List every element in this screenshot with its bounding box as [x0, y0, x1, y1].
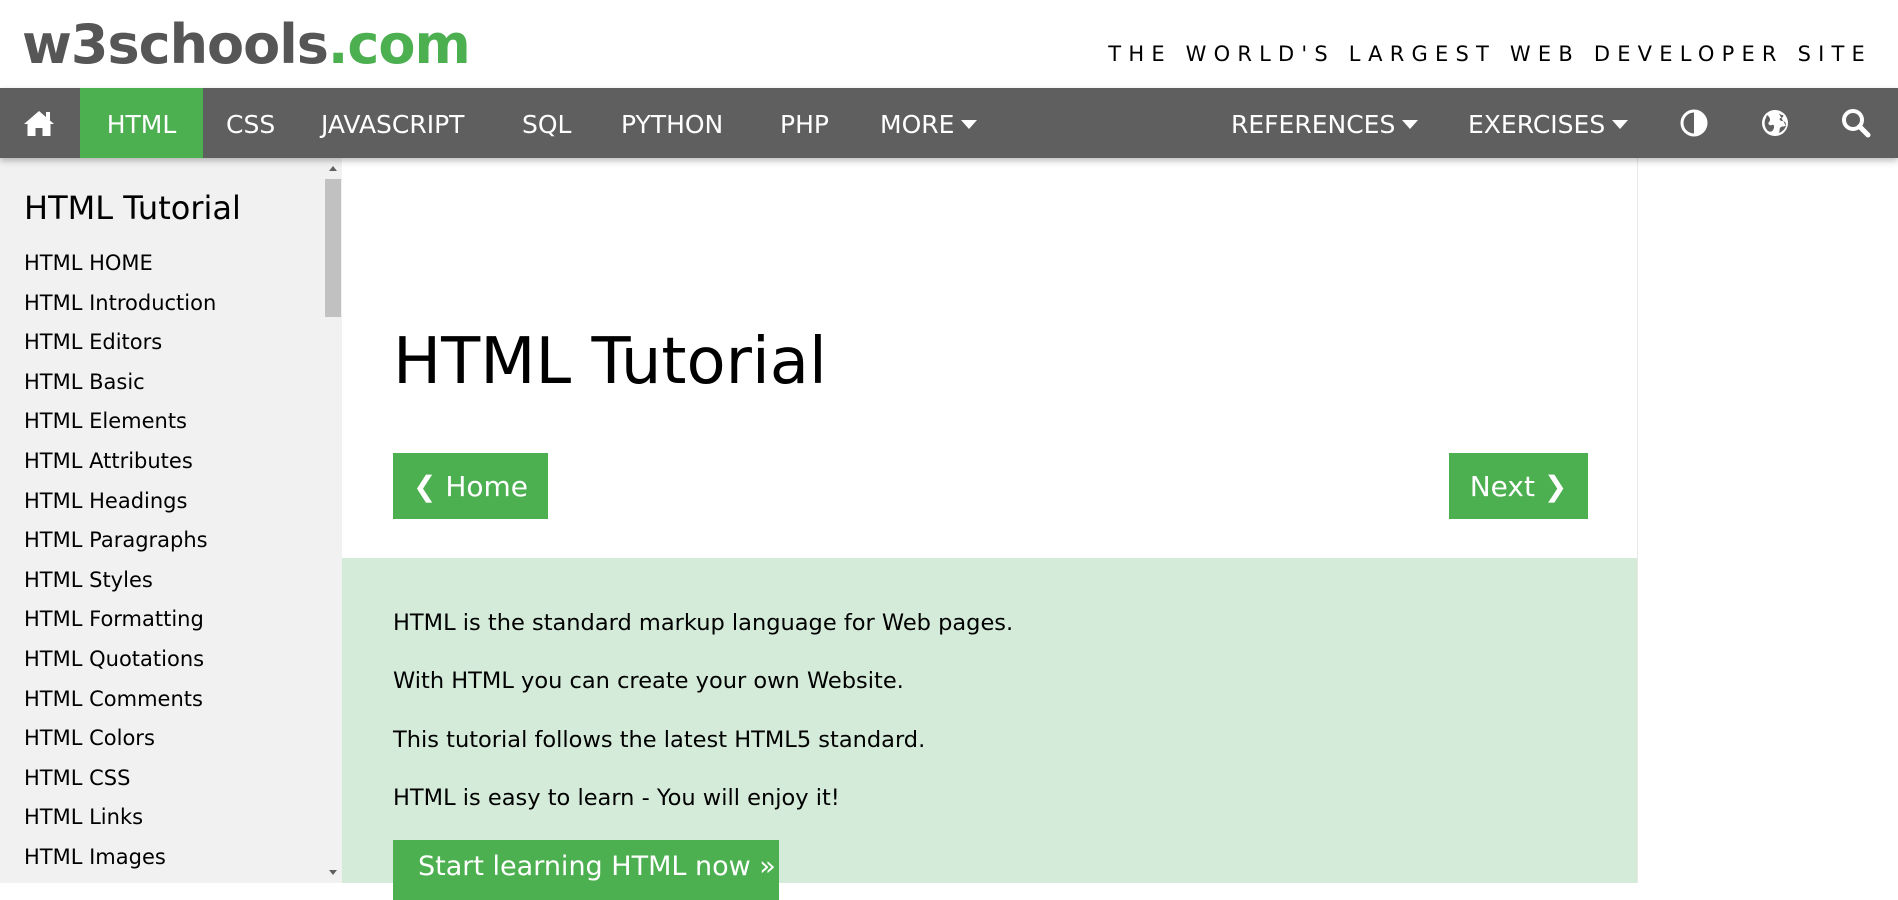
nav-html-label: HTML	[106, 110, 177, 139]
sidebar-title: HTML Tutorial	[24, 189, 241, 227]
sidebar-item-html-editors[interactable]: HTML Editors	[24, 323, 216, 363]
sidebar-list: HTML HOME HTML Introduction HTML Editors…	[24, 244, 216, 878]
w3schools-logo[interactable]: w3schools.com	[22, 10, 471, 80]
sidebar-item-html-home[interactable]: HTML HOME	[24, 244, 216, 284]
nav-php-label: PHP	[780, 110, 829, 139]
intro-text: This tutorial follows the latest HTML5 s…	[393, 727, 926, 753]
sidebar-item-html-images[interactable]: HTML Images	[24, 838, 216, 878]
home-icon[interactable]	[18, 88, 60, 158]
nav-css[interactable]: CSS	[226, 88, 275, 158]
caret-down-icon	[1402, 120, 1419, 129]
sidebar-item-html-colors[interactable]: HTML Colors	[24, 719, 216, 759]
sidebar-item-html-quotations[interactable]: HTML Quotations	[24, 640, 216, 680]
sidebar-item-html-links[interactable]: HTML Links	[24, 798, 216, 838]
nav-sql[interactable]: SQL	[522, 88, 571, 158]
site-tagline: THE WORLD'S LARGEST WEB DEVELOPER SITE	[1108, 42, 1872, 66]
sidebar-item-html-formatting[interactable]: HTML Formatting	[24, 600, 216, 640]
logo-main: w3schools	[22, 13, 329, 76]
next-button[interactable]: Next ❯	[1449, 453, 1588, 519]
scrollbar-thumb[interactable]	[325, 179, 341, 317]
nav-html[interactable]: HTML	[80, 88, 203, 158]
sidebar-item-html-attributes[interactable]: HTML Attributes	[24, 442, 216, 482]
sidebar-item-html-basic[interactable]: HTML Basic	[24, 363, 216, 403]
sidebar-item-html-elements[interactable]: HTML Elements	[24, 402, 216, 442]
nav-python[interactable]: PYTHON	[621, 88, 723, 158]
nav-python-label: PYTHON	[621, 110, 724, 139]
intro-text: HTML is easy to learn - You will enjoy i…	[393, 785, 840, 811]
globe-icon[interactable]	[1758, 88, 1792, 158]
main-content: HTML Tutorial ❮ Home Next ❯ HTML is the …	[342, 158, 1638, 900]
sidebar-item-html-introduction[interactable]: HTML Introduction	[24, 284, 216, 324]
nav-more-dropdown[interactable]: MORE	[880, 88, 978, 158]
intro-panel: HTML is the standard markup language for…	[342, 558, 1637, 900]
scroll-down-arrow-icon[interactable]	[329, 870, 337, 875]
scroll-up-arrow-icon[interactable]	[329, 166, 337, 171]
nav-references-dropdown[interactable]: REFERENCES	[1231, 88, 1419, 158]
nav-php[interactable]: PHP	[780, 88, 829, 158]
logo-tld: .com	[327, 13, 471, 76]
caret-down-icon	[1612, 120, 1629, 129]
nav-sql-label: SQL	[522, 110, 572, 139]
page-title: HTML Tutorial	[393, 325, 827, 399]
sidebar-item-html-headings[interactable]: HTML Headings	[24, 482, 216, 522]
sidebar-nav: HTML Tutorial HTML HOME HTML Introductio…	[0, 158, 342, 883]
site-header: w3schools.com THE WORLD'S LARGEST WEB DE…	[0, 0, 1898, 88]
nav-references-label: REFERENCES	[1231, 110, 1396, 139]
intro-text: HTML is the standard markup language for…	[393, 610, 1014, 636]
top-navbar: HTML CSS JAVASCRIPT SQL PYTHON PHP MORE …	[0, 88, 1898, 158]
caret-down-icon	[961, 120, 978, 129]
home-button[interactable]: ❮ Home	[393, 453, 548, 519]
right-column	[1639, 158, 1898, 883]
sidebar-item-html-styles[interactable]: HTML Styles	[24, 561, 216, 601]
nav-javascript[interactable]: JAVASCRIPT	[321, 88, 464, 158]
sidebar-item-html-paragraphs[interactable]: HTML Paragraphs	[24, 521, 216, 561]
nav-exercises-label: EXERCISES	[1468, 110, 1606, 139]
sidebar-scrollbar[interactable]	[324, 158, 342, 883]
intro-text: With HTML you can create your own Websit…	[393, 668, 904, 694]
sidebar-item-html-css[interactable]: HTML CSS	[24, 759, 216, 799]
nav-more-label: MORE	[880, 110, 955, 139]
nav-exercises-dropdown[interactable]: EXERCISES	[1468, 88, 1629, 158]
sidebar-item-html-comments[interactable]: HTML Comments	[24, 680, 216, 720]
nav-css-label: CSS	[226, 110, 276, 139]
nav-javascript-label: JAVASCRIPT	[321, 110, 465, 139]
contrast-icon[interactable]	[1677, 88, 1711, 158]
search-icon[interactable]	[1839, 88, 1873, 158]
start-learning-button[interactable]: Start learning HTML now »	[393, 840, 779, 900]
